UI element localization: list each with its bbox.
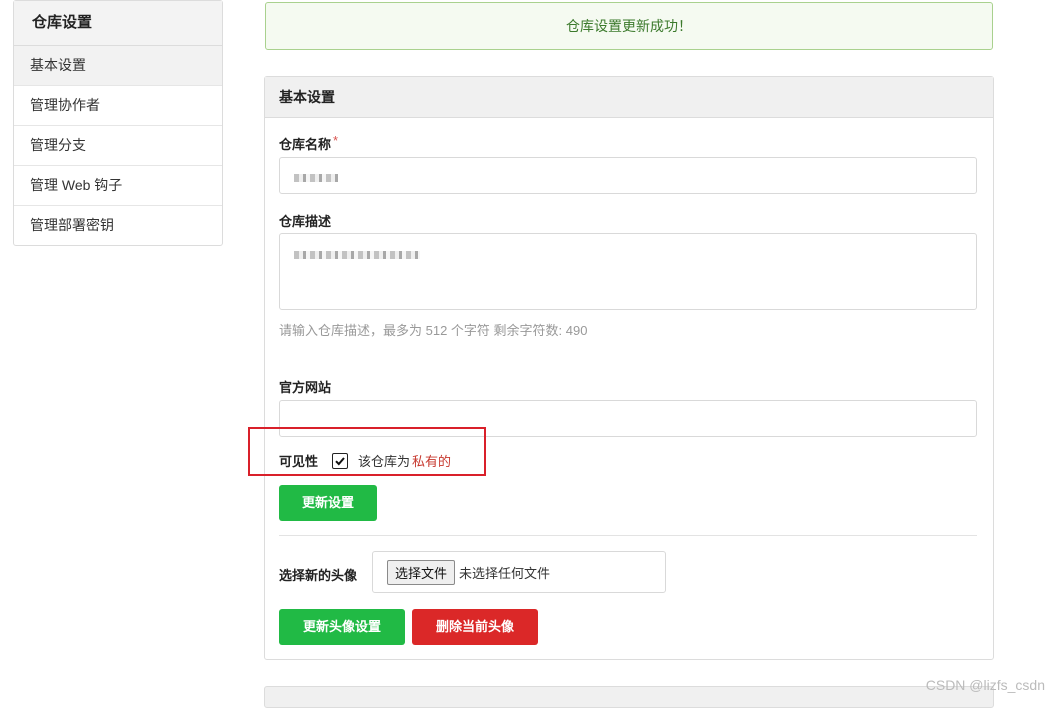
private-checkbox[interactable]	[332, 452, 349, 469]
watermark: CSDN @lizfs_csdn	[925, 677, 1045, 693]
checkmark-icon	[335, 456, 345, 465]
sidebar-item-deploy-keys[interactable]: 管理部署密钥	[14, 206, 222, 245]
repo-desc-textarea[interactable]	[279, 233, 977, 310]
visibility-text: 该仓库为	[358, 454, 411, 469]
visibility-value: 私有的	[412, 454, 452, 469]
file-status: 未选择任何文件	[459, 565, 551, 581]
success-message: 仓库设置更新成功！	[265, 2, 993, 50]
visibility-row: 可见性 该仓库为 私有的	[279, 451, 451, 470]
avatar-label: 选择新的头像	[279, 568, 358, 583]
panel-title: 基本设置	[265, 77, 993, 118]
repo-desc-label: 仓库描述	[279, 214, 332, 229]
sidebar-item-basic-settings[interactable]: 基本设置	[14, 46, 222, 86]
website-label: 官方网站	[279, 380, 332, 395]
repo-name-label: 仓库名称 *	[279, 133, 339, 153]
redacted-value	[294, 250, 420, 259]
next-panel-header	[264, 686, 994, 708]
repo-desc-hint: 请输入仓库描述，最多为 512 个字符 剩余字符数: 490	[279, 323, 588, 338]
sidebar-item-webhooks[interactable]: 管理 Web 钩子	[14, 166, 222, 206]
settings-sidebar: 仓库设置 基本设置 管理协作者 管理分支 管理 Web 钩子 管理部署密钥	[13, 0, 223, 246]
divider	[279, 535, 977, 536]
choose-file-button[interactable]: 选择文件	[387, 559, 456, 585]
sidebar-item-branches[interactable]: 管理分支	[14, 126, 222, 166]
website-input[interactable]	[279, 400, 977, 437]
avatar-file-input: 选择文件 未选择任何文件	[372, 551, 666, 593]
repo-name-input[interactable]	[279, 157, 977, 194]
sidebar-title: 仓库设置	[14, 1, 222, 46]
delete-avatar-button[interactable]: 删除当前头像	[412, 609, 538, 645]
update-settings-button[interactable]: 更新设置	[279, 485, 377, 521]
visibility-label: 可见性	[279, 454, 319, 469]
repo-name-label-text: 仓库名称	[279, 137, 332, 152]
update-avatar-button[interactable]: 更新头像设置	[279, 609, 405, 645]
redacted-value	[294, 173, 338, 182]
sidebar-item-collaborators[interactable]: 管理协作者	[14, 86, 222, 126]
required-mark: *	[333, 133, 339, 148]
basic-settings-panel: 基本设置 仓库名称 * 仓库描述 请输入仓库描述，最多为 512 个字符 剩余字符…	[264, 76, 994, 660]
